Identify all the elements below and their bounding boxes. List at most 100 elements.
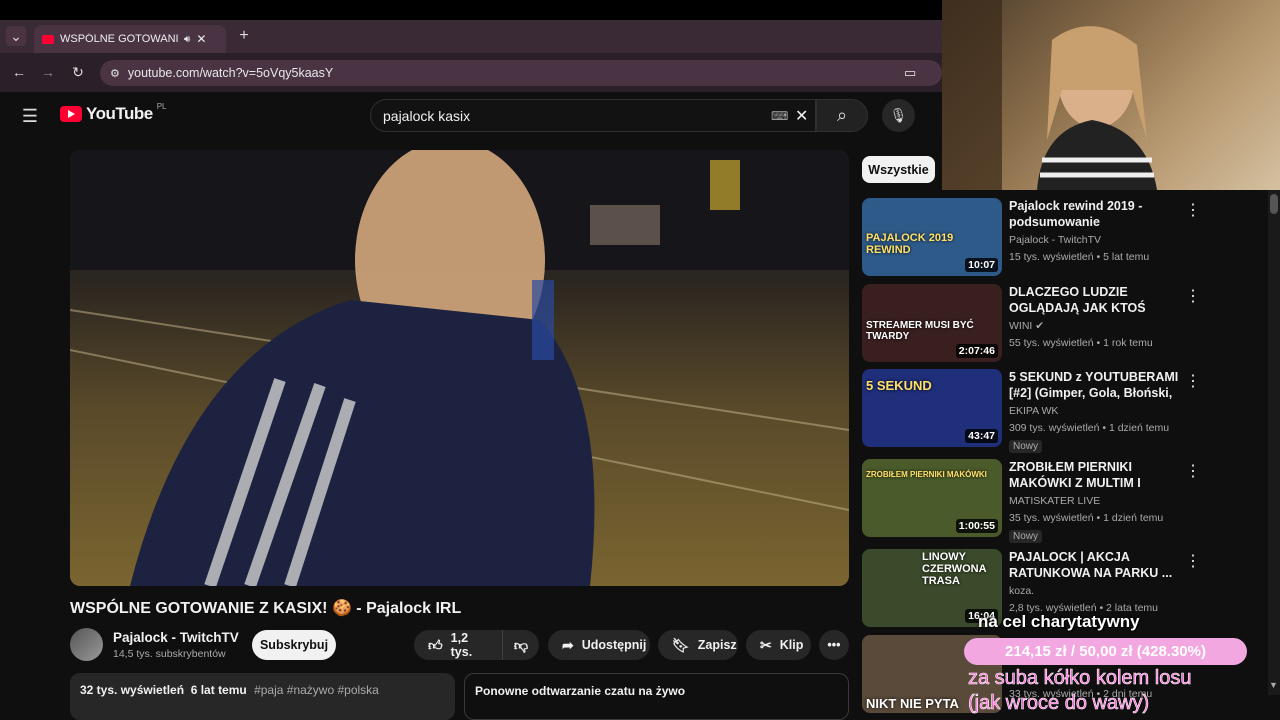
webcam-frame xyxy=(942,0,1157,190)
voice-search-button[interactable]: 🎙︎ xyxy=(882,99,915,132)
youtube-logo[interactable]: YouTube PL xyxy=(60,102,167,124)
youtube-logo-text: YouTube xyxy=(86,104,153,123)
recommended-video[interactable]: 5 SEKUND 43:47 5 SEKUND z YOUTUBERAMI [#… xyxy=(862,369,1272,453)
more-horizontal-icon: ••• xyxy=(827,638,841,652)
browser-tab[interactable]: WSPÓLNE GOTOWANIE Z K 🔊︎ ✕ xyxy=(34,25,226,53)
recommended-title: PAJALOCK | AKCJA RATUNKOWA NA PARKU ... xyxy=(1009,550,1173,580)
thumbnail-text: ZROBIŁEM PIERNIKI MAKÓWKI xyxy=(866,470,987,479)
tab-title: WSPÓLNE GOTOWANIE Z K xyxy=(60,33,178,45)
hashtags[interactable]: #paja #nażywo #polska xyxy=(254,683,379,697)
search-button[interactable]: ⌕ xyxy=(816,99,868,132)
cast-icon[interactable]: ▭ xyxy=(904,65,916,81)
dislike-button[interactable]: 👎︎ xyxy=(502,630,539,660)
thumbs-down-icon: 👎︎ xyxy=(513,636,529,653)
recommended-meta: 309 tys. wyświetleń • 1 dzień temu xyxy=(1009,422,1170,434)
search-input[interactable]: pajalock kasix ⌨ ✕ xyxy=(370,99,816,132)
video-duration: 43:47 xyxy=(965,429,998,443)
webcam-overlay xyxy=(942,0,1280,190)
overlay-text-line1: za suba kółko kolem losu xyxy=(968,667,1192,690)
search-value: pajalock kasix xyxy=(383,107,471,124)
microphone-icon: 🎙︎ xyxy=(889,107,908,123)
share-icon: ➦ xyxy=(562,636,574,653)
forward-arrow-icon[interactable]: → xyxy=(38,62,58,82)
video-thumbnail[interactable]: STREAMER MUSI BYĆ TWARDY 2:07:46 xyxy=(862,284,1002,362)
new-badge: Nowy xyxy=(1009,440,1043,453)
channel-name[interactable]: Pajalock - TwitchTV xyxy=(113,630,239,645)
recommended-meta: 55 tys. wyświetleń • 1 rok temu xyxy=(1009,337,1153,349)
address-bar[interactable]: ⚙ youtube.com/watch?v=5oVqy5kaasY ▭ xyxy=(100,60,942,86)
video-thumbnail[interactable]: PAJALOCK 2019 REWIND 10:07 xyxy=(862,198,1002,276)
recommended-title: 5 SEKUND z YOUTUBERAMI [#2] (Gimper, Gol… xyxy=(1009,370,1179,403)
charity-goal-label: na cel charytatywny xyxy=(978,612,1140,631)
subscribe-button[interactable]: Subskrybuj xyxy=(252,630,336,660)
video-title: WSPÓLNE GOTOWANIE Z KASIX! 🍪 - Pajalock … xyxy=(70,600,462,617)
thumbnail-text: NIKT NIE PYTA xyxy=(866,696,959,711)
video-duration: 10:07 xyxy=(965,258,998,272)
share-label: Udostępnij xyxy=(581,638,647,652)
search-icon: ⌕ xyxy=(836,105,848,125)
recommended-video[interactable]: ZROBIŁEM PIERNIKI MAKÓWKI 1:00:55 ZROBIŁ… xyxy=(862,459,1272,543)
back-arrow-icon[interactable]: ← xyxy=(9,62,29,82)
recommended-channel[interactable]: MATISKATER LIVE xyxy=(1009,495,1100,507)
views-date: 32 tys. wyświetleń 6 lat temu xyxy=(80,683,247,697)
video-duration: 2:07:46 xyxy=(955,344,998,358)
video-player[interactable] xyxy=(70,150,849,586)
share-button[interactable]: ➦ Udostępnij xyxy=(548,630,650,660)
description-box[interactable]: 32 tys. wyświetleń 6 lat temu #paja #naż… xyxy=(70,673,455,720)
new-badge: Nowy xyxy=(1009,530,1043,543)
video-duration: 1:00:55 xyxy=(955,519,998,533)
more-actions-button[interactable]: ••• xyxy=(819,630,849,660)
speaker-icon[interactable]: 🔊︎ xyxy=(184,34,190,45)
video-thumbnail[interactable]: ZROBIŁEM PIERNIKI MAKÓWKI 1:00:55 xyxy=(862,459,1002,537)
scrollbar-thumb[interactable] xyxy=(1270,194,1278,214)
recommended-meta: 35 tys. wyświetleń • 1 dzień temu xyxy=(1009,512,1164,524)
youtube-play-icon xyxy=(60,106,82,122)
more-vertical-icon[interactable]: ⋮ xyxy=(1185,461,1201,481)
charity-goal-progress: 214,15 zł / 50,00 zł (428.30%) xyxy=(964,638,1247,665)
chat-replay-label: Ponowne odtwarzanie czatu na żywo xyxy=(475,684,686,698)
clear-search-icon[interactable]: ✕ xyxy=(795,106,808,126)
thumbnail-text: 5 SEKUND xyxy=(866,378,932,393)
channel-avatar[interactable] xyxy=(70,628,103,661)
thumbnail-text: PARK LINOWY CZERWONA TRASA xyxy=(922,549,987,587)
thumbnail-text: PAJALOCK 2019 REWIND xyxy=(866,232,954,256)
hamburger-menu-icon[interactable]: ☰ xyxy=(20,106,40,126)
keyboard-icon[interactable]: ⌨ xyxy=(771,109,788,123)
recommended-meta: 15 tys. wyświetleń • 5 lat temu xyxy=(1009,251,1150,263)
site-settings-icon[interactable]: ⚙ xyxy=(110,67,120,80)
clip-label: Klip xyxy=(779,638,804,652)
more-vertical-icon[interactable]: ⋮ xyxy=(1185,371,1201,391)
video-thumbnail[interactable]: 5 SEKUND 43:47 xyxy=(862,369,1002,447)
scissors-icon: ✂ xyxy=(760,636,772,653)
recommended-channel[interactable]: Pajalock - TwitchTV xyxy=(1009,234,1101,246)
clip-button[interactable]: ✂ Klip xyxy=(746,630,811,660)
chat-replay-panel[interactable]: Ponowne odtwarzanie czatu na żywo xyxy=(464,673,849,720)
tab-list-chevron-icon[interactable]: ⌄ xyxy=(6,26,26,46)
save-button[interactable]: 🔖︎ Zapisz xyxy=(658,630,738,660)
like-button[interactable]: 👍︎ 1,2 tys. xyxy=(414,630,502,660)
scroll-down-icon[interactable]: ▼ xyxy=(1269,680,1278,690)
close-tab-icon[interactable]: ✕ xyxy=(196,32,206,46)
recommended-title: Pajalock rewind 2019 - podsumowanie xyxy=(1009,199,1143,229)
chip-all[interactable]: Wszystkie xyxy=(862,156,935,183)
recommended-video[interactable]: STREAMER MUSI BYĆ TWARDY 2:07:46 DLACZEG… xyxy=(862,284,1272,364)
like-count: 1,2 tys. xyxy=(450,631,473,659)
recommended-channel[interactable]: EKIPA WK xyxy=(1009,405,1058,417)
reload-icon[interactable]: ↻ xyxy=(68,62,88,82)
recommended-title: DLACZEGO LUDZIE OGLĄDAJĄ JAK KTOŚ GRA? O… xyxy=(1009,285,1146,318)
recommended-channel[interactable]: koza. xyxy=(1009,585,1034,597)
recommended-channel[interactable]: WINI ✔ xyxy=(1009,320,1044,332)
bookmark-icon: 🔖︎ xyxy=(672,636,690,653)
new-tab-plus-icon[interactable]: + xyxy=(234,26,254,46)
sidebar-scrollbar[interactable]: ▼ xyxy=(1268,190,1280,695)
recommended-video[interactable]: PAJALOCK 2019 REWIND 10:07 Pajalock rewi… xyxy=(862,198,1272,278)
url-text: youtube.com/watch?v=5oVqy5kaasY xyxy=(127,66,334,80)
more-vertical-icon[interactable]: ⋮ xyxy=(1185,551,1201,571)
more-vertical-icon[interactable]: ⋮ xyxy=(1185,200,1201,220)
subscriber-count: 14,5 tys. subskrybentów xyxy=(113,648,226,660)
save-label: Zapisz xyxy=(697,638,737,652)
video-frame xyxy=(70,150,849,586)
overlay-text-line2: (jak wroce do wawy) xyxy=(968,692,1150,715)
region-code: PL xyxy=(156,102,167,111)
more-vertical-icon[interactable]: ⋮ xyxy=(1185,286,1201,306)
